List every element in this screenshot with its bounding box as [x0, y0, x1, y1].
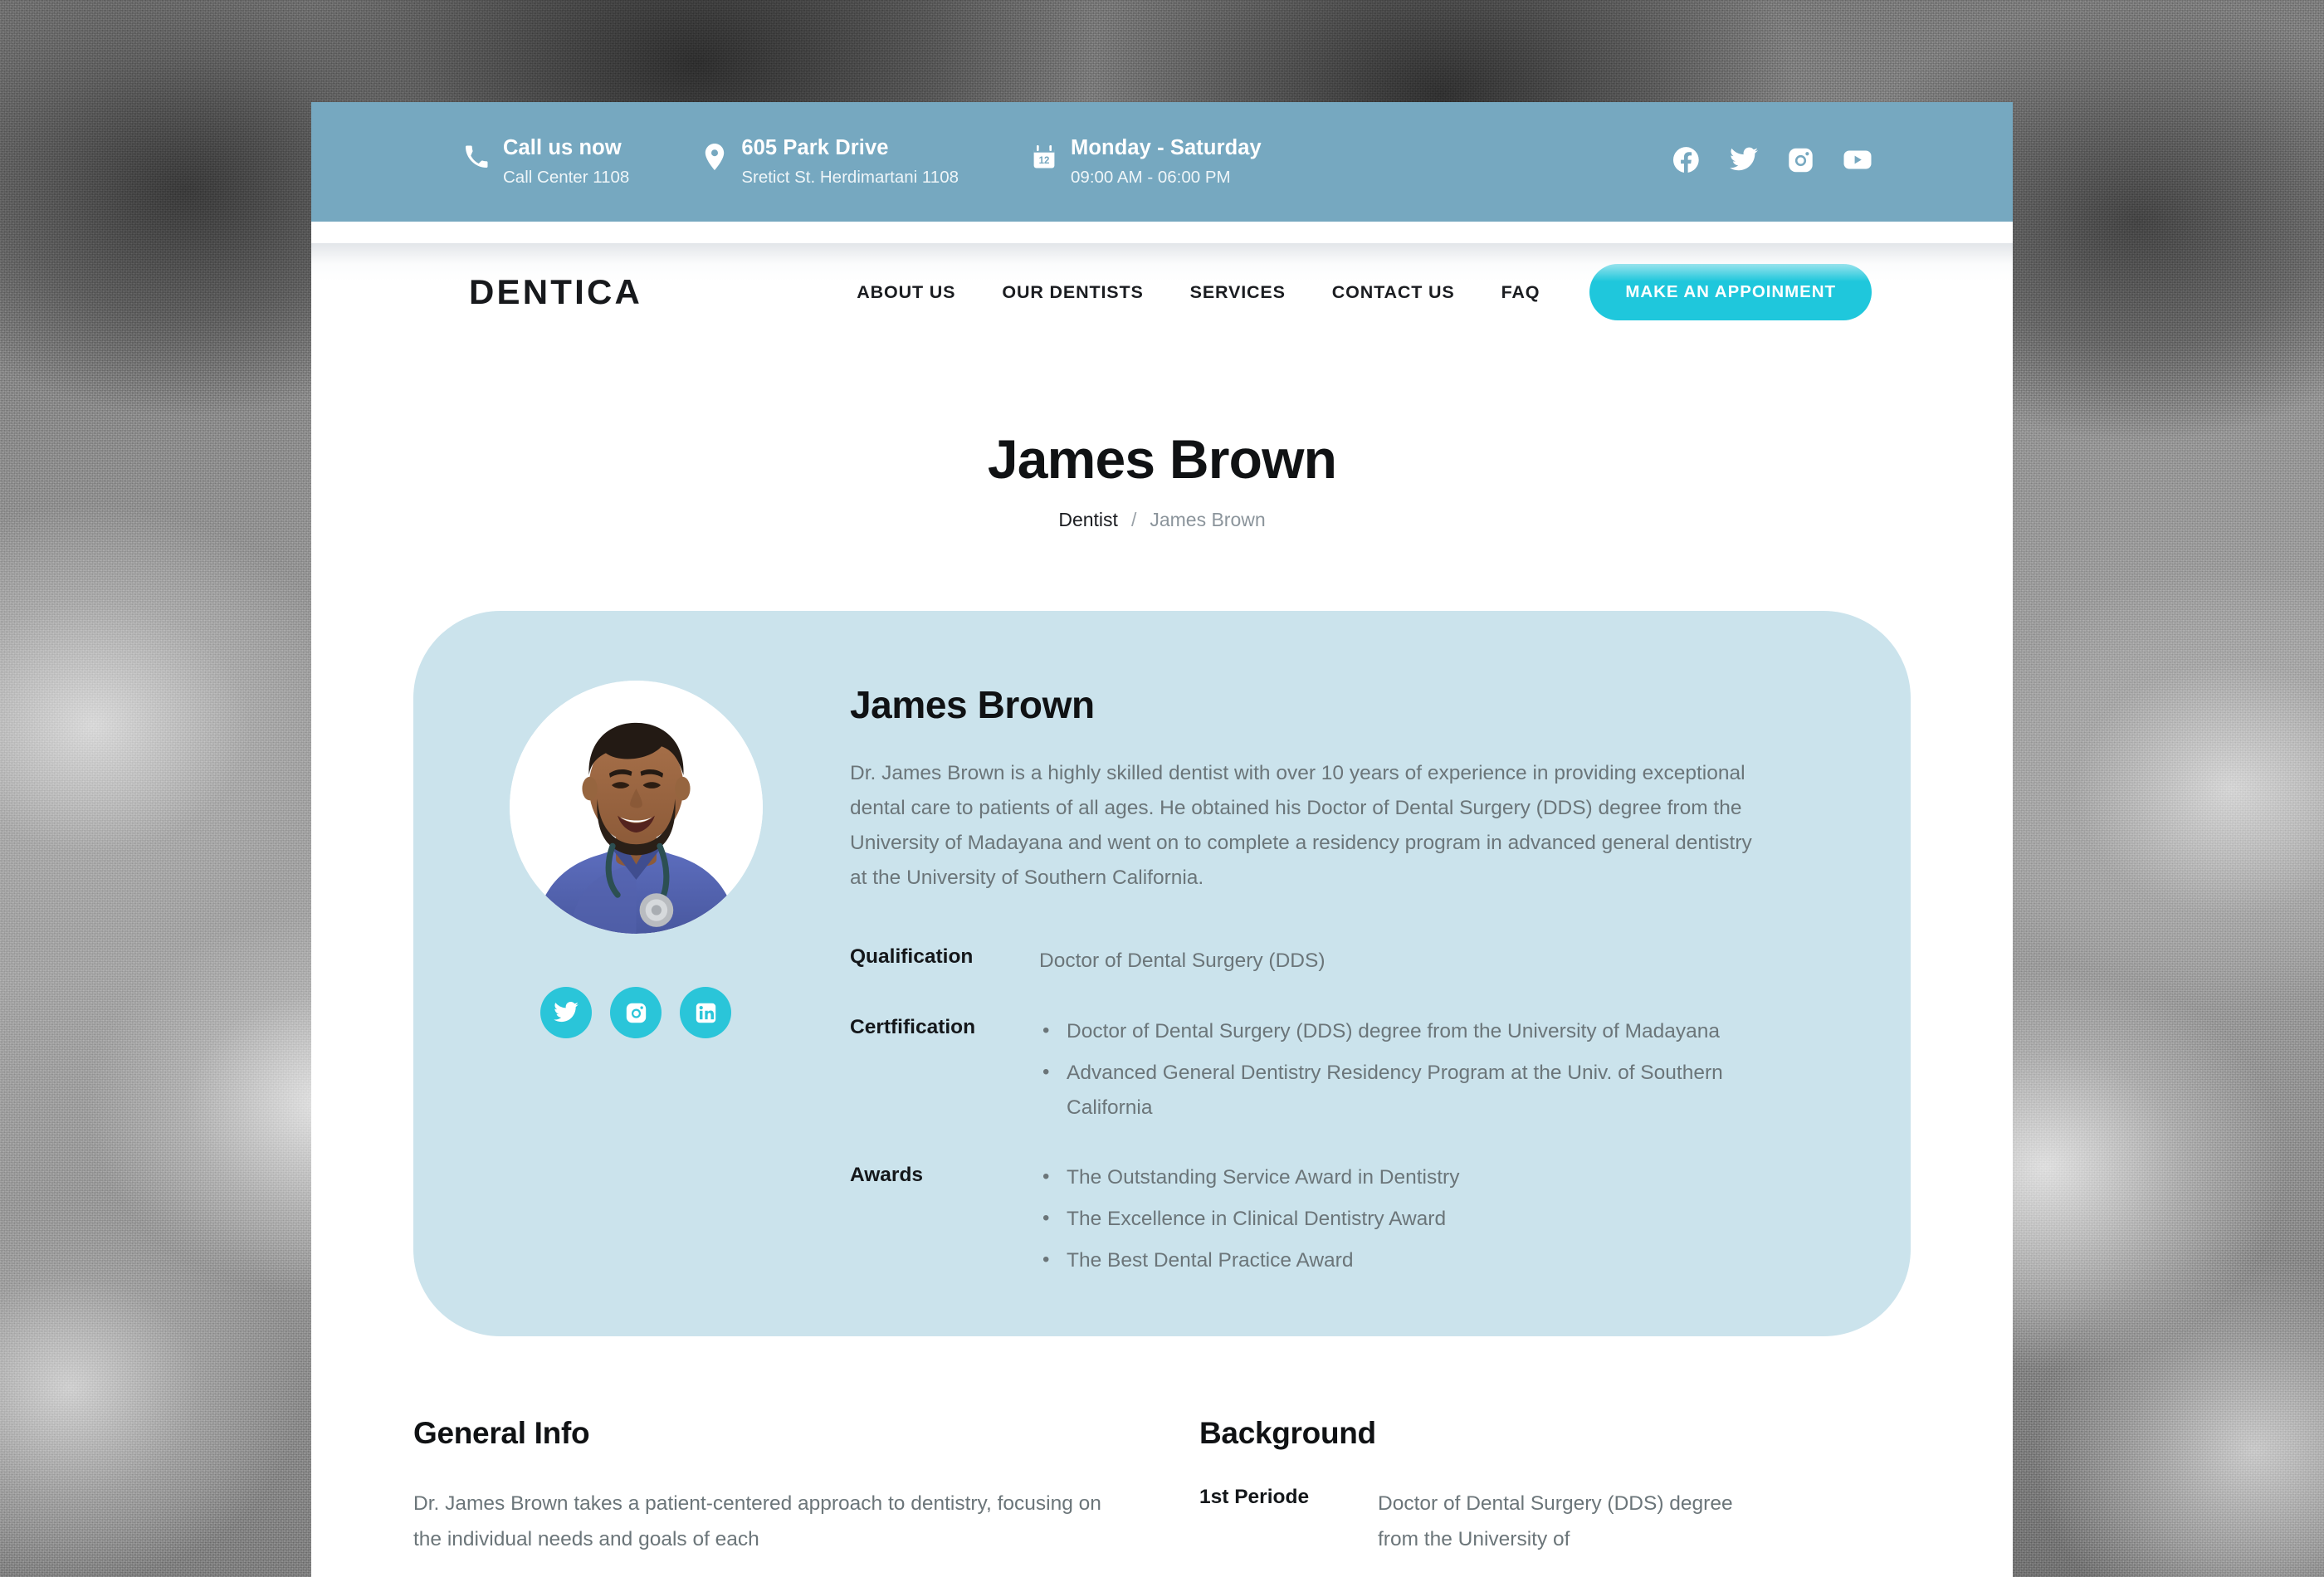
location-pin-icon — [701, 141, 729, 173]
awards-value: The Outstanding Service Award in Dentist… — [1039, 1160, 1811, 1278]
topbar-item-address[interactable]: 605 Park Drive Sretict St. Herdimartani … — [701, 135, 959, 187]
general-info-title: General Info — [413, 1416, 590, 1451]
twitter-icon[interactable] — [1730, 147, 1758, 177]
profile-social-buttons — [540, 987, 731, 1039]
breadcrumb: Dentist / James Brown — [311, 509, 2013, 531]
awards-row: Awards The Outstanding Service Award in … — [850, 1160, 1811, 1278]
nav-link-our-dentists[interactable]: OUR DENTISTS — [1002, 272, 1143, 313]
page-header-section: James Brown Dentist / James Brown — [311, 363, 2013, 531]
background-title: Background — [1199, 1416, 1376, 1451]
background-period-value: Doctor of Dental Surgery (DDS) degree fr… — [1378, 1492, 1733, 1551]
breadcrumb-separator: / — [1130, 509, 1137, 531]
topbar-social-links — [1672, 147, 1872, 178]
topbar-item-call[interactable]: Call us now Call Center 1108 — [462, 135, 630, 187]
awards-label: Awards — [850, 1163, 924, 1186]
background-period-label: 1st Periode — [1199, 1486, 1310, 1509]
qualification-value: Doctor of Dental Surgery (DDS) — [1039, 950, 1326, 973]
svg-text:12: 12 — [1039, 156, 1050, 166]
site-logo[interactable]: DENTICA — [469, 272, 642, 312]
profile-details-table: Qualification Doctor of Dental Surgery (… — [850, 944, 1811, 1278]
bottom-info-columns: General Info Dr. James Brown takes a pat… — [413, 1416, 1911, 1557]
main-navigation-bar: DENTICA ABOUT US OUR DENTISTS SERVICES C… — [311, 222, 2013, 363]
page-title: James Brown — [987, 428, 1337, 490]
list-item: The Excellence in Clinical Dentistry Awa… — [1039, 1201, 1811, 1237]
nav-links-group: ABOUT US OUR DENTISTS SERVICES CONTACT U… — [857, 264, 2013, 320]
general-info-body: Dr. James Brown takes a patient-centered… — [413, 1492, 1101, 1551]
top-info-items: Call us now Call Center 1108 605 Park Dr… — [462, 135, 1262, 187]
qualification-label: Qualification — [850, 945, 974, 969]
nav-link-contact-us[interactable]: CONTACT US — [1332, 272, 1455, 313]
topbar-call-title: Call us now — [503, 135, 622, 159]
list-item: The Outstanding Service Award in Dentist… — [1039, 1160, 1811, 1195]
certification-row: Certfification Doctor of Dental Surgery … — [850, 1013, 1811, 1125]
profile-twitter-icon[interactable] — [540, 987, 592, 1039]
website-page-panel: Call us now Call Center 1108 605 Park Dr… — [311, 102, 2013, 1577]
profile-bio: Dr. James Brown is a highly skilled dent… — [850, 761, 1752, 890]
list-item: Doctor of Dental Surgery (DDS) degree fr… — [1039, 1013, 1811, 1049]
certification-label: Certfification — [850, 1015, 976, 1038]
calendar-icon: 12 — [1030, 141, 1058, 173]
breadcrumb-parent-link[interactable]: Dentist — [1058, 509, 1118, 531]
nav-link-about-us[interactable]: ABOUT US — [857, 272, 955, 313]
list-item: The Best Dental Practice Award — [1039, 1243, 1811, 1278]
phone-icon — [462, 141, 491, 173]
background-period-row: 1st Periode Doctor of Dental Surgery (DD… — [1199, 1486, 1911, 1557]
topbar-address-title: 605 Park Drive — [741, 135, 889, 159]
awards-list: The Outstanding Service Award in Dentist… — [1039, 1160, 1811, 1278]
profile-card-right-column: James Brown Dr. James Brown is a highly … — [769, 681, 1911, 1278]
topbar-address-sub: Sretict St. Herdimartani 1108 — [741, 168, 959, 187]
certification-value: Doctor of Dental Surgery (DDS) degree fr… — [1039, 1013, 1811, 1125]
certification-list: Doctor of Dental Surgery (DDS) degree fr… — [1039, 1013, 1811, 1125]
instagram-icon[interactable] — [1788, 147, 1814, 177]
profile-instagram-icon[interactable] — [610, 987, 662, 1039]
profile-linkedin-icon[interactable] — [680, 987, 731, 1039]
youtube-icon[interactable] — [1843, 149, 1872, 175]
topbar-item-hours[interactable]: 12 Monday - Saturday 09:00 AM - 06:00 PM — [1030, 135, 1262, 187]
profile-card-left-column — [503, 681, 769, 1039]
dentist-profile-card: James Brown Dr. James Brown is a highly … — [413, 611, 1911, 1337]
general-info-section: General Info Dr. James Brown takes a pat… — [413, 1416, 1125, 1557]
nav-link-services[interactable]: SERVICES — [1190, 272, 1286, 313]
make-an-appointment-button[interactable]: MAKE AN APPOINMENT — [1589, 264, 1872, 320]
list-item: Advanced General Dentistry Residency Pro… — [1039, 1055, 1811, 1125]
qualification-row: Qualification Doctor of Dental Surgery (… — [850, 944, 1811, 979]
topbar-hours-sub: 09:00 AM - 06:00 PM — [1071, 168, 1231, 187]
dentist-avatar-photo — [509, 681, 763, 935]
topbar-call-sub: Call Center 1108 — [503, 168, 630, 187]
top-info-bar: Call us now Call Center 1108 605 Park Dr… — [311, 102, 2013, 222]
topbar-hours-title: Monday - Saturday — [1071, 135, 1262, 159]
facebook-icon[interactable] — [1672, 147, 1700, 178]
nav-link-faq[interactable]: FAQ — [1501, 272, 1540, 313]
profile-name: James Brown — [850, 683, 1095, 727]
background-section: Background 1st Periode Doctor of Dental … — [1125, 1416, 1911, 1557]
breadcrumb-current: James Brown — [1150, 509, 1266, 531]
